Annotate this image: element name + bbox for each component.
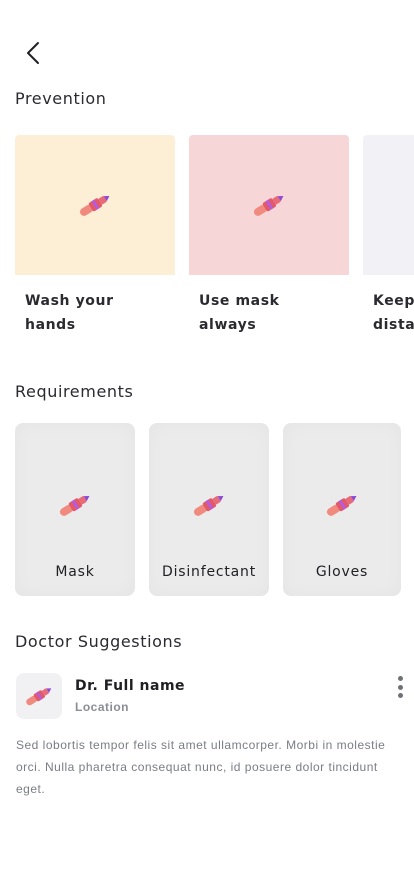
lipstick-icon <box>193 495 224 516</box>
requirement-card-gloves[interactable]: Gloves <box>283 423 401 596</box>
doctor-name: Dr. Full name <box>75 678 186 694</box>
doctor-location: Location <box>75 700 129 714</box>
requirement-label: Disinfectant <box>162 564 256 580</box>
lipstick-icon <box>59 495 90 516</box>
requirement-label: Mask <box>55 564 95 580</box>
prevention-heading: Prevention <box>15 89 107 108</box>
prevention-card-wash-hands[interactable]: Wash your hands <box>15 135 175 351</box>
more-vertical-icon[interactable] <box>393 676 407 698</box>
prevention-card-keep-distance[interactable]: Keep distar <box>363 135 414 351</box>
lipstick-icon <box>26 688 52 706</box>
prevention-carousel[interactable]: Wash your hands Use mask always Keep dis… <box>15 135 414 351</box>
requirement-label: Gloves <box>315 564 369 580</box>
prevention-card-use-mask[interactable]: Use mask always <box>189 135 349 351</box>
requirement-card-disinfectant[interactable]: Disinfectant <box>149 423 269 596</box>
prevention-card-image <box>15 135 175 275</box>
prevention-card-image <box>189 135 349 275</box>
lipstick-icon <box>253 195 284 216</box>
back-button[interactable] <box>18 38 48 68</box>
doctor-description: Sed lobortis tempor felis sit amet ullam… <box>16 738 386 796</box>
prevention-card-label: Keep distar <box>373 293 414 333</box>
prevention-card-label: Use mask always <box>199 293 280 333</box>
prevention-card-image <box>363 135 414 275</box>
doctor-suggestions-heading: Doctor Suggestions <box>15 632 183 651</box>
requirement-card-mask[interactable]: Mask <box>15 423 135 596</box>
requirements-heading: Requirements <box>15 382 134 401</box>
doctor-list-item[interactable]: Dr. Full name Location <box>16 673 414 723</box>
prevention-card-label: Wash your hands <box>25 293 114 333</box>
chevron-left-icon <box>27 42 39 64</box>
avatar <box>16 673 62 719</box>
lipstick-icon <box>326 495 357 516</box>
lipstick-icon <box>79 195 110 216</box>
